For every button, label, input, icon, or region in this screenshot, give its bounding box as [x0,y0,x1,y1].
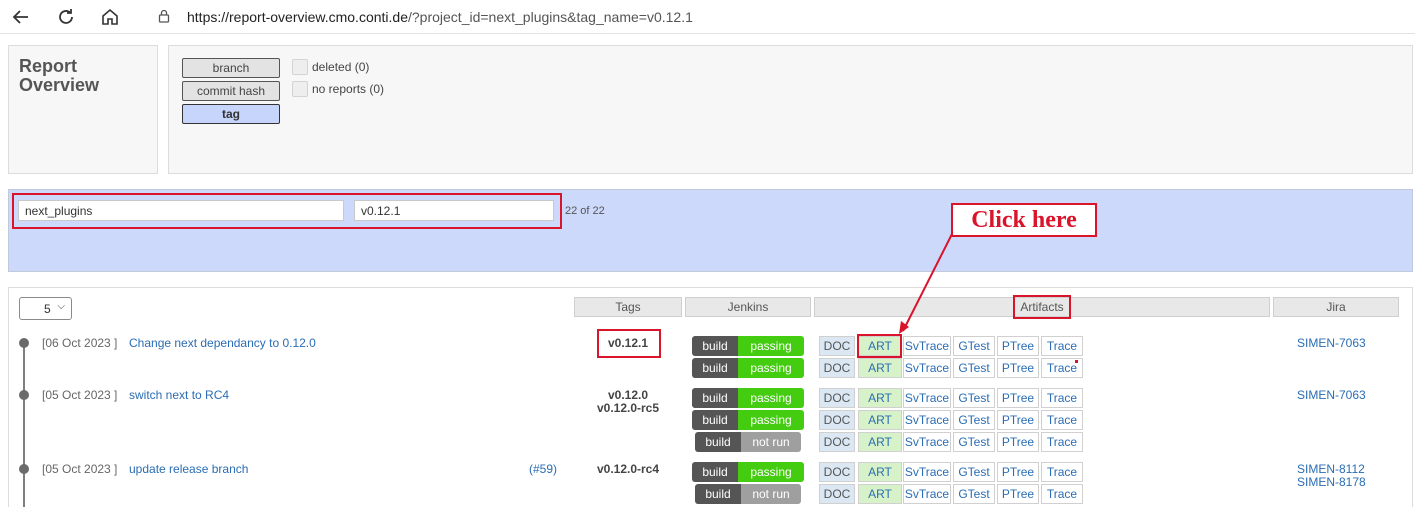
click-here-callout: Click here [951,203,1097,237]
annotation-arrow [899,233,953,334]
